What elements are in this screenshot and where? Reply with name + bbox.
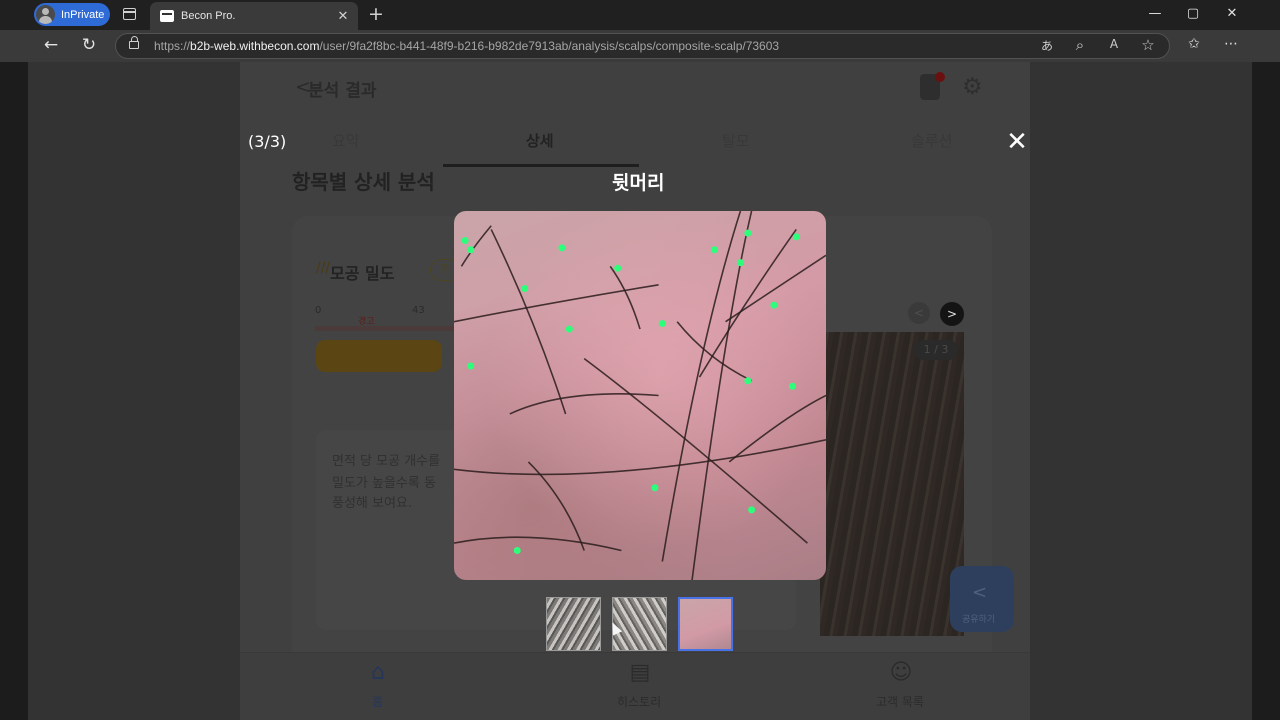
tab-actions-icon[interactable]: [123, 8, 136, 20]
hair-strand: [728, 394, 826, 463]
pore-marker: [467, 362, 475, 370]
thumbnail-3-selected[interactable]: [678, 597, 733, 651]
pore-marker: [744, 377, 752, 385]
scalp-photo-preview[interactable]: [820, 332, 964, 636]
pore-marker: [565, 325, 573, 333]
scale-mark-label: 43: [412, 305, 425, 316]
description-line: 풍성해 보여요.: [332, 496, 413, 511]
lock-icon[interactable]: [129, 36, 139, 49]
url-prefix: https://: [154, 39, 191, 53]
hair-strand: [454, 438, 826, 476]
tab-summary[interactable]: 요약: [332, 130, 360, 151]
url-path: /user/9fa2f8bc-b441-48f9-b216-b982de7913…: [319, 39, 780, 53]
close-tab-icon[interactable]: ✕: [337, 9, 349, 24]
thumbnail-1[interactable]: [546, 597, 601, 651]
new-tab-icon[interactable]: +: [368, 3, 384, 25]
tab-hair-loss[interactable]: 탈모: [722, 130, 750, 151]
tab-detail[interactable]: 상세: [526, 130, 554, 151]
notification-badge: [935, 72, 945, 82]
gear-icon[interactable]: ⚙: [962, 74, 983, 100]
more-menu-icon[interactable]: ⋯: [1221, 36, 1241, 52]
share-icon: <: [972, 582, 988, 603]
description-line: 밀도가 높을수록 동: [332, 476, 436, 491]
viewer-title: 뒷머리: [612, 172, 665, 194]
pore-marker: [658, 320, 666, 328]
person-icon[interactable]: ☺: [886, 660, 916, 685]
hair-strand: [509, 393, 659, 415]
read-aloud-icon[interactable]: A: [1105, 37, 1123, 51]
hair-strand: [454, 284, 659, 323]
section-title: 항목별 상세 분석: [292, 170, 435, 194]
restore-icon[interactable]: ▢: [1185, 6, 1201, 21]
hair-strand: [609, 265, 641, 330]
nav-customers-label[interactable]: 고객 목록: [876, 693, 924, 710]
nav-history-label[interactable]: 히스토리: [617, 693, 661, 710]
inprivate-label: InPrivate: [61, 8, 105, 21]
hair-strand: [676, 321, 752, 382]
browser-tab-becon[interactable]: Becon Pro. ✕: [150, 2, 358, 30]
pore-marker: [770, 301, 778, 309]
viewer-counter: (3/3): [248, 132, 287, 151]
zoom-icon[interactable]: ⌕: [1071, 36, 1089, 54]
minimize-icon[interactable]: —: [1147, 6, 1163, 21]
value-bar: [316, 340, 442, 372]
back-arrow-icon[interactable]: ←: [41, 35, 61, 55]
browser-tab-bar: InPrivate Becon Pro. ✕ + — ▢ ✕: [0, 0, 1280, 30]
pore-marker: [513, 546, 521, 554]
favorites-icon[interactable]: ✩: [1184, 36, 1204, 52]
hair-strand: [691, 211, 753, 580]
tab-solution[interactable]: 솔루션: [911, 130, 952, 151]
hair-strand: [460, 225, 492, 267]
hair-strand: [490, 229, 567, 415]
address-bar[interactable]: https://b2b-web.withbecon.com/user/9fa2f…: [115, 33, 1170, 59]
description-line: 면적 당 모공 개수를: [332, 454, 441, 469]
pore-marker: [789, 382, 797, 390]
nav-home-label[interactable]: 홈: [372, 693, 383, 710]
translate-icon[interactable]: あ: [1038, 37, 1056, 54]
hair-strand: [454, 536, 622, 552]
scalp-photo-main: [454, 211, 826, 580]
pore-marker: [558, 244, 566, 252]
pore-marker: [792, 233, 800, 241]
profile-avatar-icon: [36, 5, 55, 24]
pore-marker: [461, 237, 469, 245]
scale-bar: [315, 326, 475, 331]
tab-title: Becon Pro.: [181, 10, 236, 22]
pore-marker: [736, 259, 744, 267]
pore-marker: [521, 284, 529, 292]
image-counter: 1 / 3: [914, 340, 958, 360]
favorite-star-icon[interactable]: ☆: [1139, 36, 1157, 54]
browser-toolbar: ← ↻ https://b2b-web.withbecon.com/user/9…: [0, 30, 1280, 62]
close-icon[interactable]: ✕: [1005, 128, 1029, 156]
pore-marker: [614, 264, 622, 272]
share-label: 공유하기: [962, 615, 996, 625]
reload-icon[interactable]: ↻: [79, 35, 99, 55]
page-title: 분석 결과: [308, 81, 377, 101]
history-icon[interactable]: ▤: [625, 660, 655, 685]
pore-marker: [651, 484, 659, 492]
thumbnail-2[interactable]: [612, 597, 667, 651]
pore-marker: [748, 506, 756, 514]
window-close-icon[interactable]: ✕: [1224, 6, 1240, 21]
pore-marker: [744, 229, 752, 237]
active-tab-indicator: [443, 164, 639, 167]
scalp-photo-overlay: [454, 211, 826, 580]
becon-favicon-icon: [160, 10, 174, 22]
pore-density-icon: ///: [316, 260, 331, 276]
pore-marker: [710, 246, 718, 254]
home-icon[interactable]: ⌂: [363, 660, 393, 685]
scale-min-label: 0: [315, 305, 322, 316]
pore-marker: [467, 246, 475, 254]
prev-image-button[interactable]: <: [908, 302, 930, 324]
next-image-button[interactable]: >: [940, 302, 964, 326]
inprivate-badge[interactable]: InPrivate: [34, 3, 110, 26]
card-title: 모공 밀도: [330, 264, 395, 283]
url-host: b2b-web.withbecon.com: [190, 39, 320, 53]
url-text[interactable]: https://b2b-web.withbecon.com/user/9fa2f…: [154, 39, 779, 53]
